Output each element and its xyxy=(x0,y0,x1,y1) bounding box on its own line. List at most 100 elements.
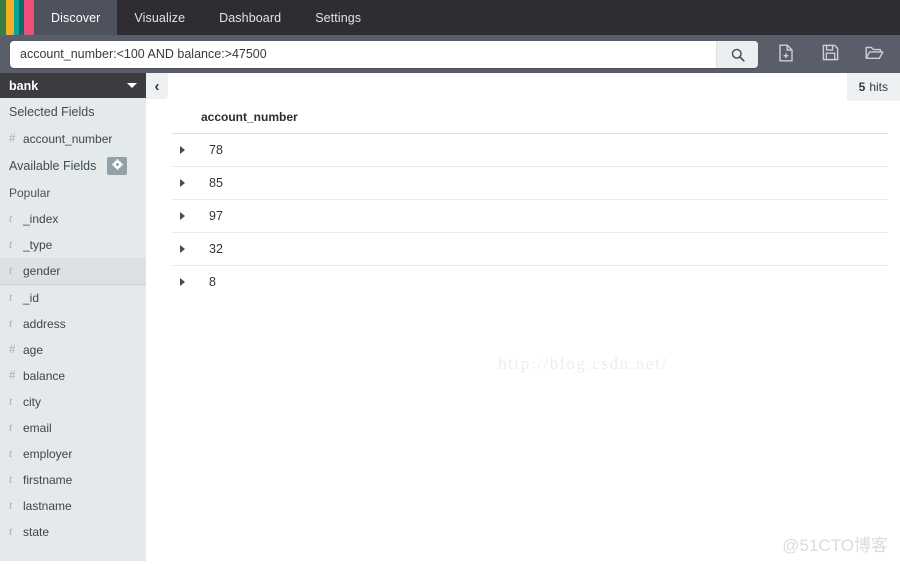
field-item-lastname[interactable]: tlastname xyxy=(0,493,146,519)
open-folder-icon xyxy=(865,45,884,63)
collapse-sidebar-button[interactable]: ‹ xyxy=(146,73,168,99)
chevron-left-icon: ‹ xyxy=(155,79,160,94)
string-field-icon: t xyxy=(9,474,23,486)
table-cell-account_number: 8 xyxy=(209,275,216,289)
field-settings-button[interactable] xyxy=(107,157,127,175)
field-label: balance xyxy=(23,369,65,383)
open-saved-search-button[interactable] xyxy=(862,42,886,66)
number-field-icon: # xyxy=(9,344,23,356)
field-item-account_number[interactable]: #account_number xyxy=(0,126,146,152)
available-fields-heading: Available Fields xyxy=(0,152,146,180)
field-item-type[interactable]: t_type xyxy=(0,232,146,258)
search-submit-button[interactable] xyxy=(716,41,758,68)
table-cell-account_number: 97 xyxy=(209,209,223,223)
caret-right-icon xyxy=(180,245,185,253)
string-field-icon: t xyxy=(9,213,23,225)
query-bar xyxy=(0,35,900,73)
string-field-icon: t xyxy=(9,526,23,538)
tab-dashboard[interactable]: Dashboard xyxy=(202,0,298,35)
table-row: 85 xyxy=(172,167,888,200)
caret-right-icon xyxy=(180,278,185,286)
index-pattern-selector[interactable]: bank xyxy=(0,73,146,98)
new-search-button[interactable] xyxy=(774,42,798,66)
string-field-icon: t xyxy=(9,422,23,434)
logo-bar-yellow xyxy=(6,0,14,35)
field-item-employer[interactable]: temployer xyxy=(0,441,146,467)
field-label: age xyxy=(23,343,43,357)
tab-label: Dashboard xyxy=(219,11,281,25)
save-floppy-icon xyxy=(822,44,839,64)
table-cell-account_number: 78 xyxy=(209,143,223,157)
expand-row-button[interactable] xyxy=(172,245,209,253)
available-fields-title: Available Fields xyxy=(9,159,96,173)
table-row: 32 xyxy=(172,233,888,266)
field-item-email[interactable]: temail xyxy=(0,415,146,441)
number-field-icon: # xyxy=(9,370,23,382)
string-field-icon: t xyxy=(9,448,23,460)
expand-row-button[interactable] xyxy=(172,278,209,286)
field-label: email xyxy=(23,421,52,435)
selected-fields-title: Selected Fields xyxy=(9,105,94,119)
new-document-icon xyxy=(778,44,794,65)
field-item-city[interactable]: tcity xyxy=(0,389,146,415)
expand-row-button[interactable] xyxy=(172,179,209,187)
search-input[interactable] xyxy=(10,41,716,68)
chevron-down-icon xyxy=(127,83,137,88)
results-table: account_number 78 85 97 32 8 xyxy=(172,110,888,298)
column-header-account_number[interactable]: account_number xyxy=(201,110,298,124)
table-cell-account_number: 85 xyxy=(209,176,223,190)
field-label: account_number xyxy=(23,132,112,146)
field-label: _type xyxy=(23,238,52,252)
field-label: employer xyxy=(23,447,72,461)
field-label: firstname xyxy=(23,473,72,487)
tab-label: Settings xyxy=(315,11,361,25)
string-field-icon: t xyxy=(9,239,23,251)
field-label: gender xyxy=(23,264,60,278)
table-row: 8 xyxy=(172,266,888,298)
nav-tab-list: Discover Visualize Dashboard Settings xyxy=(34,0,378,35)
field-label: address xyxy=(23,317,66,331)
index-pattern-label: bank xyxy=(9,79,38,93)
string-field-icon: t xyxy=(9,292,23,304)
discover-main-panel: ‹ 5 hits account_number 78 85 97 32 8 http:/… xyxy=(146,73,900,564)
field-item-state[interactable]: tstate xyxy=(0,519,146,545)
field-label: _id xyxy=(23,291,39,305)
table-row: 78 xyxy=(172,134,888,167)
field-item-id[interactable]: t_id xyxy=(0,285,146,311)
save-search-button[interactable] xyxy=(818,42,842,66)
results-table-header: account_number xyxy=(172,110,888,134)
query-bar-actions xyxy=(774,35,886,73)
caret-right-icon xyxy=(180,146,185,154)
field-item-firstname[interactable]: tfirstname xyxy=(0,467,146,493)
kibana-discover-app: Discover Visualize Dashboard Settings xyxy=(0,0,900,564)
string-field-icon: t xyxy=(9,318,23,330)
hits-count-value: 5 xyxy=(859,80,866,94)
selected-fields-list: #account_number xyxy=(0,126,146,152)
expand-row-button[interactable] xyxy=(172,212,209,220)
field-item-gender[interactable]: tgender xyxy=(0,258,146,285)
tab-settings[interactable]: Settings xyxy=(298,0,378,35)
tab-label: Discover xyxy=(51,11,100,25)
popular-fields-label: Popular xyxy=(0,180,146,206)
hits-count-badge: 5 hits xyxy=(847,73,900,101)
number-field-icon: # xyxy=(9,133,23,145)
field-item-index[interactable]: t_index xyxy=(0,206,146,232)
selected-fields-heading: Selected Fields xyxy=(0,98,146,126)
field-item-age[interactable]: #age xyxy=(0,337,146,363)
field-label: city xyxy=(23,395,41,409)
table-cell-account_number: 32 xyxy=(209,242,223,256)
field-item-balance[interactable]: #balance xyxy=(0,363,146,389)
table-row: 97 xyxy=(172,200,888,233)
field-label: state xyxy=(23,525,49,539)
tab-discover[interactable]: Discover xyxy=(34,0,117,35)
string-field-icon: t xyxy=(9,265,23,277)
field-item-address[interactable]: taddress xyxy=(0,311,146,337)
center-watermark: http://blog.csdn.net/ xyxy=(498,354,668,374)
field-label: _index xyxy=(23,212,58,226)
tab-visualize[interactable]: Visualize xyxy=(117,0,202,35)
hits-count-label: hits xyxy=(869,80,888,94)
expand-row-button[interactable] xyxy=(172,146,209,154)
gear-icon xyxy=(112,159,123,173)
caret-right-icon xyxy=(180,179,185,187)
caret-right-icon xyxy=(180,212,185,220)
